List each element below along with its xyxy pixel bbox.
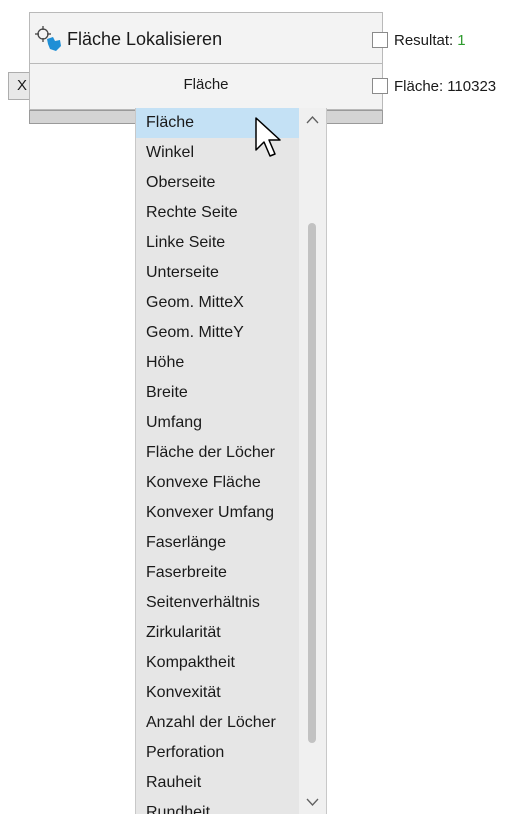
feature-dropdown-list[interactable]: Fläche Winkel Oberseite Rechte Seite Linke S…	[135, 108, 327, 814]
tool-header[interactable]: Fläche Lokalisieren	[29, 12, 383, 64]
result-checkbox[interactable]	[372, 32, 388, 48]
list-item[interactable]: Unterseite	[136, 258, 299, 288]
result-row: Resultat: 1	[372, 29, 466, 51]
dropdown-items: Fläche Winkel Oberseite Rechte Seite Linke S…	[136, 108, 299, 814]
combobox-value: Fläche	[183, 76, 229, 93]
list-item[interactable]: Zirkularität	[136, 618, 299, 648]
list-item[interactable]: Perforation	[136, 738, 299, 768]
list-item[interactable]: Geom. MitteX	[136, 288, 299, 318]
list-item[interactable]: Konvexe Fläche	[136, 468, 299, 498]
list-item[interactable]: Faserlänge	[136, 528, 299, 558]
locate-shape-icon	[35, 26, 61, 51]
list-item[interactable]: Höhe	[136, 348, 299, 378]
list-item[interactable]: Geom. MitteY	[136, 318, 299, 348]
mouse-pointer-icon	[255, 117, 281, 157]
scrollbar-thumb[interactable]	[308, 223, 316, 743]
chevron-down-icon[interactable]	[299, 790, 326, 814]
list-item[interactable]: Rechte Seite	[136, 198, 299, 228]
list-item[interactable]: Anzahl der Löcher	[136, 708, 299, 738]
list-item[interactable]: Konvexität	[136, 678, 299, 708]
list-item[interactable]: Breite	[136, 378, 299, 408]
result-label: Resultat:	[394, 31, 454, 49]
dropdown-scrollbar[interactable]	[299, 108, 326, 814]
feature-combobox[interactable]: Fläche	[29, 64, 383, 110]
list-item[interactable]: Konvexer Umfang	[136, 498, 299, 528]
list-item[interactable]: Umfang	[136, 408, 299, 438]
list-item[interactable]: Rundheit	[136, 798, 299, 814]
app-window: Fläche Lokalisieren X Fläche Resultat: 1…	[0, 0, 518, 814]
tool-title: Fläche Lokalisieren	[67, 29, 223, 49]
list-item[interactable]: Kompaktheit	[136, 648, 299, 678]
list-item[interactable]: Fläche der Löcher	[136, 438, 299, 468]
list-item[interactable]: Oberseite	[136, 168, 299, 198]
list-item[interactable]: Rauheit	[136, 768, 299, 798]
list-item[interactable]: Linke Seite	[136, 228, 299, 258]
area-checkbox[interactable]	[372, 78, 388, 94]
area-row: Fläche: 110323	[372, 75, 496, 97]
area-label: Fläche:	[394, 77, 444, 95]
chevron-up-icon[interactable]	[299, 108, 326, 132]
result-value: 1	[457, 31, 466, 49]
list-item[interactable]: Seitenverhältnis	[136, 588, 299, 618]
area-value: 110323	[447, 77, 497, 95]
list-item[interactable]: Faserbreite	[136, 558, 299, 588]
